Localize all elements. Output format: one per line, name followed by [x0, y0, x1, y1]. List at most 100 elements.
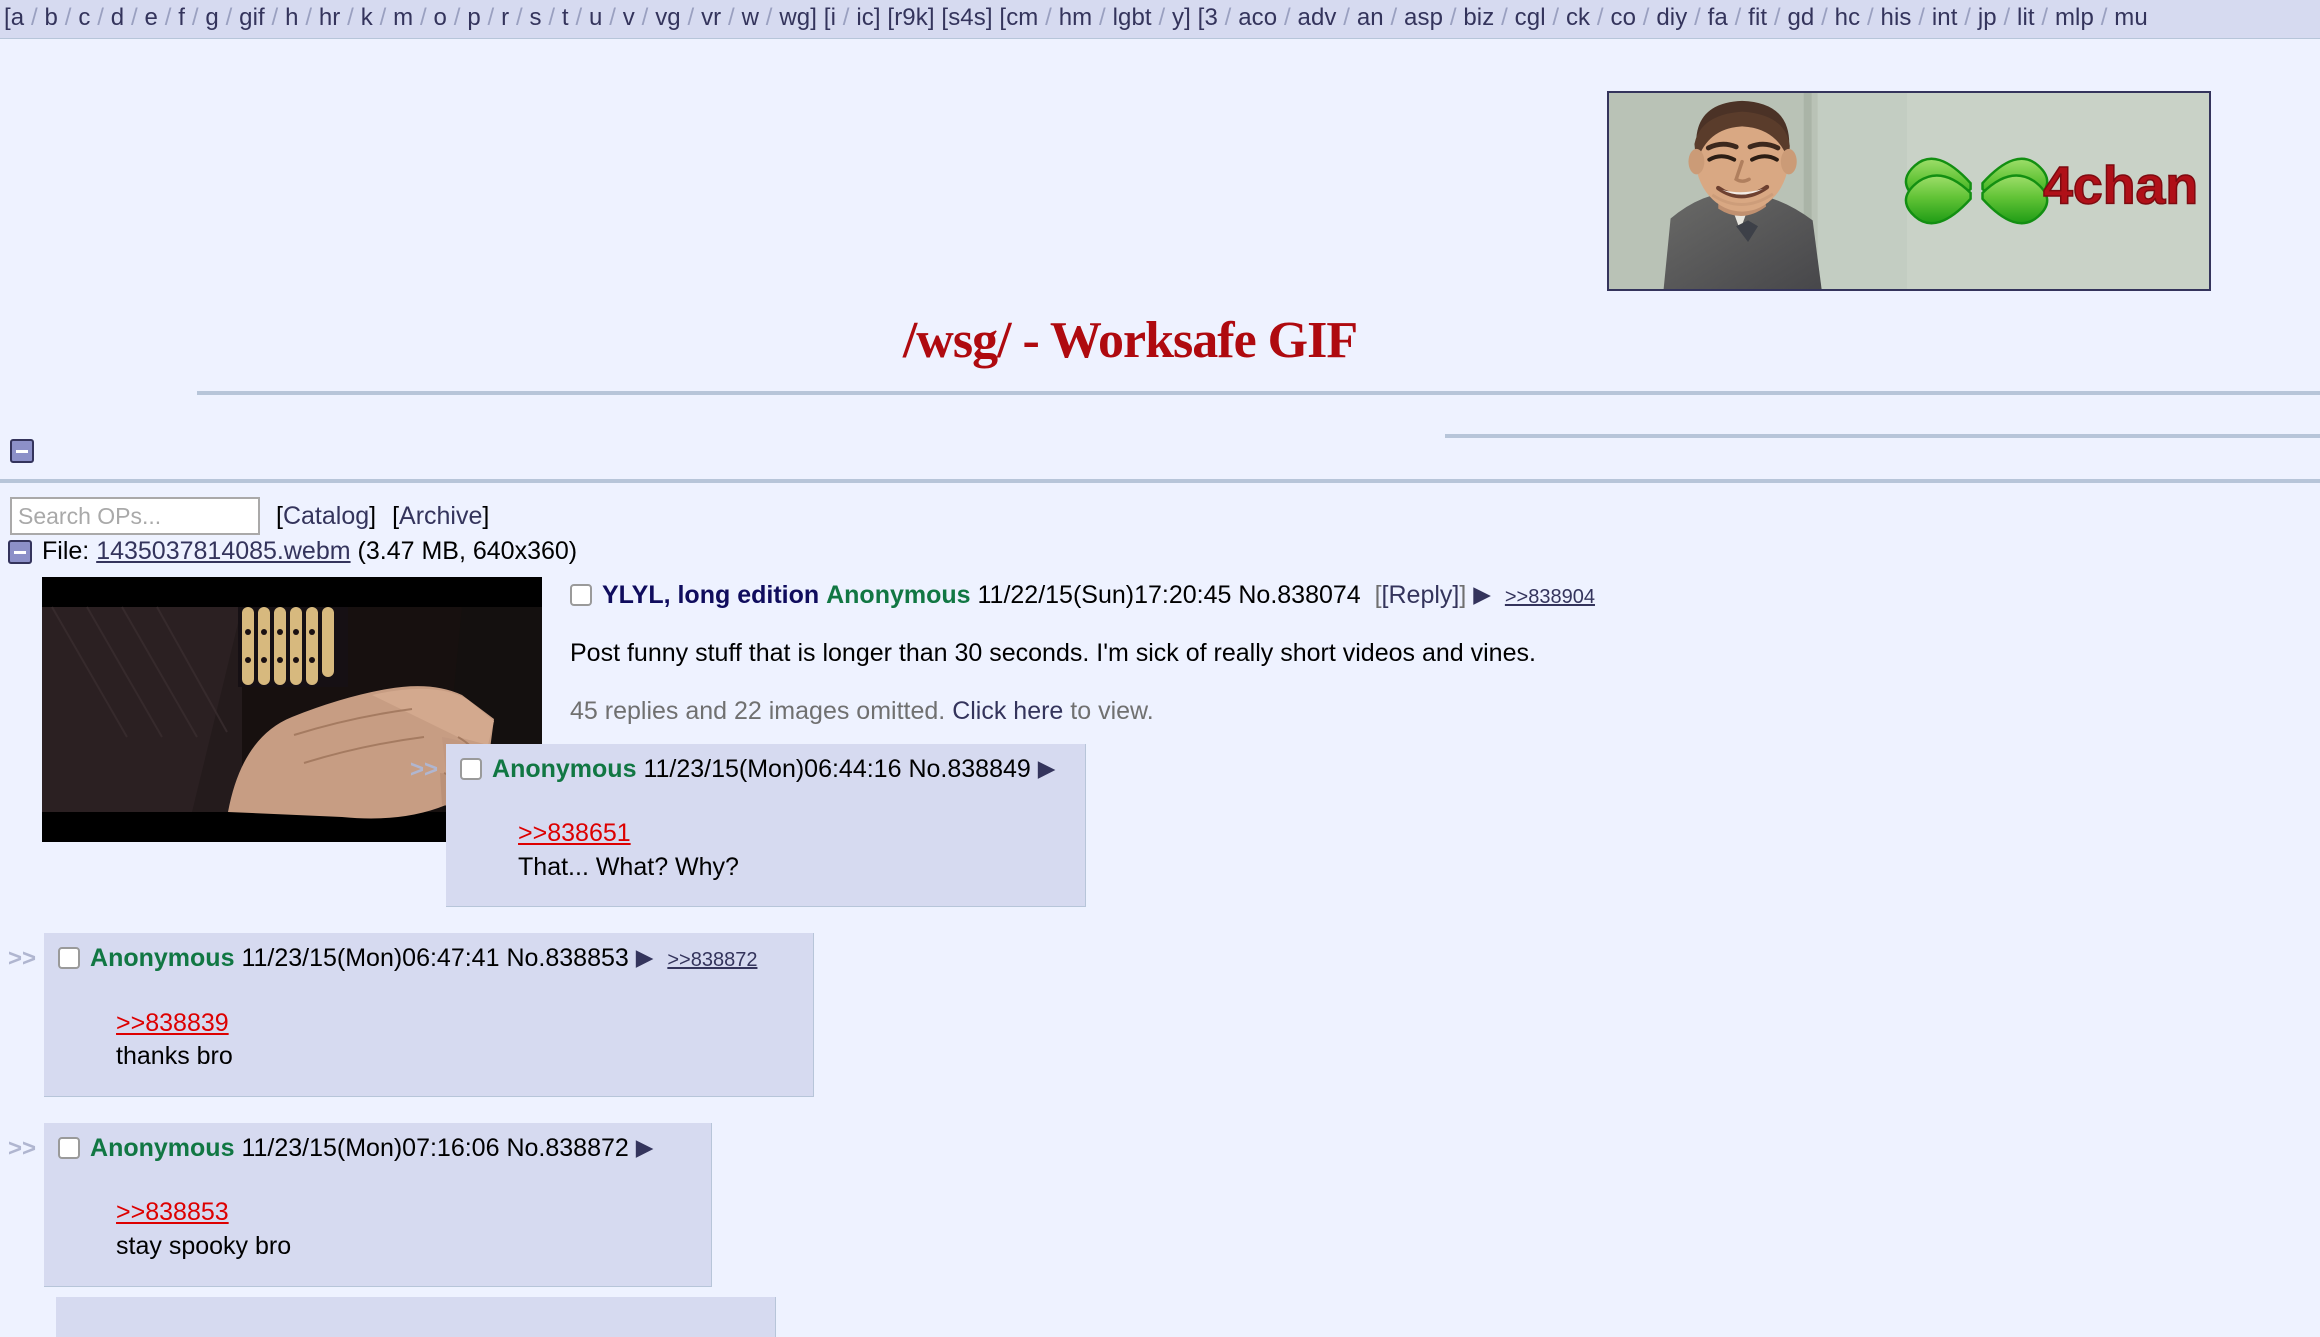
board-link-r9k[interactable]: r9k [894, 4, 928, 31]
board-link-lit[interactable]: lit [2017, 4, 2035, 31]
board-link-g[interactable]: g [205, 4, 218, 31]
post-menu-icon[interactable]: ▶ [636, 943, 654, 972]
board-link-cgl[interactable]: cgl [1515, 4, 1546, 31]
board-link-ic[interactable]: ic [856, 4, 874, 31]
post-datetime: 11/23/15(Mon)06:47:41 [241, 944, 500, 973]
board-link-a[interactable]: a [11, 4, 24, 31]
board-link-gif[interactable]: gif [239, 4, 265, 31]
board-link-p[interactable]: p [467, 4, 480, 31]
catalog-link[interactable]: Catalog [283, 502, 369, 530]
board-link-fa[interactable]: fa [1708, 4, 1728, 31]
board-link-c[interactable]: c [78, 4, 90, 31]
post-message: >>838651 That... What? Why? [518, 817, 1063, 885]
click-here-link[interactable]: Click here [952, 697, 1063, 725]
page-title: /wsg/ - Worksafe GIF [0, 311, 2320, 370]
board-link-jp[interactable]: jp [1978, 4, 1997, 31]
board-link-ck[interactable]: ck [1566, 4, 1590, 31]
board-link-mlp[interactable]: mlp [2055, 4, 2094, 31]
post-checkbox[interactable] [460, 757, 483, 780]
catalog-link-wrap[interactable]: [Catalog] [276, 502, 376, 531]
post-menu-icon[interactable]: ▶ [1473, 580, 1491, 609]
backlink[interactable]: >>838872 [667, 949, 757, 971]
board-link-y[interactable]: y [1172, 4, 1184, 31]
board-link-v[interactable]: v [623, 4, 635, 31]
board-link-co[interactable]: co [1610, 4, 1636, 31]
board-separator: / [1217, 4, 1239, 31]
thread-list-toggle[interactable] [10, 439, 34, 463]
archive-link-wrap[interactable]: [Archive] [392, 502, 489, 531]
board-link-3[interactable]: 3 [1204, 4, 1217, 31]
board-link-gd[interactable]: gd [1787, 4, 1814, 31]
board-link-his[interactable]: his [1881, 4, 1912, 31]
board-separator: / [1151, 4, 1172, 31]
board-link-wg[interactable]: wg [779, 4, 810, 31]
board-link-hc[interactable]: hc [1835, 4, 1861, 31]
board-link-h[interactable]: h [285, 4, 298, 31]
post-message: >>838839 thanks bro [116, 1007, 791, 1075]
reply-row: >> Anonymous 11/23/15(Mon)07:16:06 No.83… [0, 1123, 2320, 1287]
board-link-cm[interactable]: cm [1006, 4, 1038, 31]
board-link-hm[interactable]: hm [1059, 4, 1093, 31]
backlink[interactable]: >>838904 [1505, 586, 1595, 608]
board-link-r[interactable]: r [501, 4, 509, 31]
board-link-hr[interactable]: hr [319, 4, 341, 31]
board-link-vg[interactable]: vg [655, 4, 681, 31]
message-text: That... What? Why? [518, 852, 739, 881]
post-number[interactable]: No.838849 [908, 755, 1030, 783]
board-group-open: [ [823, 4, 831, 31]
file-link[interactable]: 1435037814085.webm [96, 537, 350, 565]
board-link-vr[interactable]: vr [701, 4, 721, 31]
board-separator: / [157, 4, 179, 31]
board-link-s4s[interactable]: s4s [948, 4, 986, 31]
quote-link[interactable]: >>838839 [116, 1007, 791, 1041]
quote-link[interactable]: >>838853 [116, 1196, 689, 1230]
board-separator: / [1767, 4, 1788, 31]
board-link-diy[interactable]: diy [1656, 4, 1687, 31]
board-link-mu[interactable]: mu [2114, 4, 2148, 31]
post-checkbox[interactable] [570, 583, 592, 606]
board-separator: / [759, 4, 780, 31]
reply-button-label[interactable]: [Reply] [1382, 581, 1460, 609]
board-link-t[interactable]: t [562, 4, 569, 31]
board-link-k[interactable]: k [361, 4, 373, 31]
board-link-fit[interactable]: fit [1748, 4, 1767, 31]
board-separator: / [1911, 4, 1932, 31]
post-checkbox[interactable] [58, 947, 81, 970]
post-number[interactable]: No.838872 [506, 1134, 628, 1162]
board-separator: / [90, 4, 111, 31]
board-link-m[interactable]: m [393, 4, 413, 31]
search-input[interactable] [10, 497, 260, 535]
board-link-biz[interactable]: biz [1463, 4, 1494, 31]
reply-button[interactable]: [[Reply]] [1375, 581, 1467, 609]
board-link-lgbt[interactable]: lgbt [1113, 4, 1152, 31]
board-link-d[interactable]: d [111, 4, 124, 31]
quote-link[interactable]: >>838651 [518, 817, 1063, 851]
board-link-w[interactable]: w [742, 4, 759, 31]
post-header: Anonymous 11/23/15(Mon)06:44:16 No.83884… [460, 754, 1063, 791]
post-menu-icon[interactable]: ▶ [636, 1133, 654, 1162]
site-banner-image[interactable]: 4chan [1607, 91, 2211, 291]
post-number[interactable]: No.838074 [1238, 581, 1360, 609]
board-link-adv[interactable]: adv [1298, 4, 1337, 31]
board-link-o[interactable]: o [434, 4, 447, 31]
board-link-asp[interactable]: asp [1404, 4, 1443, 31]
board-link-u[interactable]: u [589, 4, 602, 31]
post-menu-icon[interactable]: ▶ [1038, 754, 1056, 783]
post-number[interactable]: No.838853 [506, 944, 628, 972]
archive-link[interactable]: Archive [399, 502, 482, 530]
board-separator: / [1277, 4, 1298, 31]
divider-rule-2 [1445, 434, 2320, 438]
board-separator: / [340, 4, 361, 31]
post-checkbox[interactable] [58, 1137, 81, 1159]
collapse-icon[interactable] [10, 439, 34, 463]
board-link-b[interactable]: b [45, 4, 58, 31]
board-link-an[interactable]: an [1357, 4, 1384, 31]
omitted-count: 45 replies and 22 images omitted. [570, 696, 946, 725]
board-link-s[interactable]: s [529, 4, 541, 31]
board-list-nav[interactable]: [a / b / c / d / e / f / g / gif / h / h… [0, 0, 2320, 39]
board-group-close: ] [985, 4, 993, 31]
board-link-aco[interactable]: aco [1238, 4, 1277, 31]
board-link-e[interactable]: e [145, 4, 158, 31]
board-link-int[interactable]: int [1932, 4, 1958, 31]
post-collapse-icon[interactable] [8, 540, 32, 565]
